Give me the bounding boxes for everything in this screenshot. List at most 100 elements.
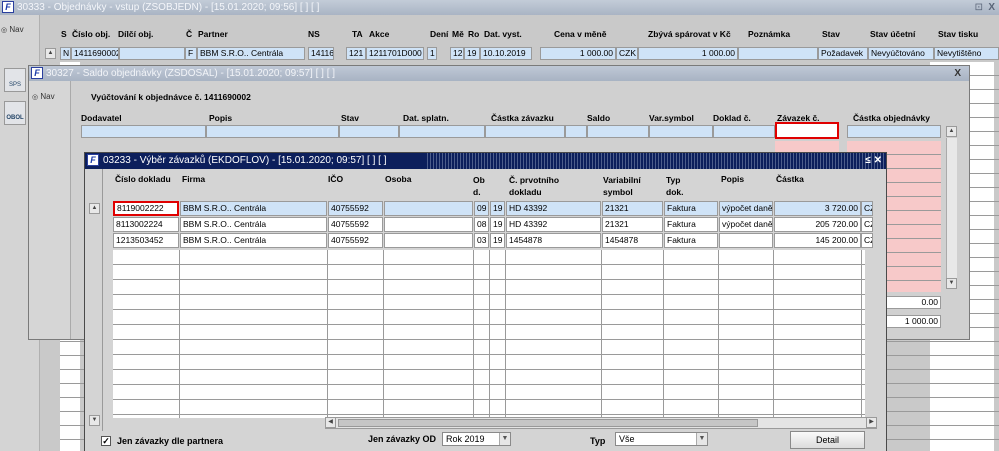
- row-akce[interactable]: 1211701D000: [366, 47, 424, 60]
- zavazky-cell-firma[interactable]: BBM S.R.O.. Centrála: [180, 201, 327, 216]
- row-cislo-obj[interactable]: 1411690002: [71, 47, 119, 60]
- zavazky-row-scroll-down[interactable]: ▼: [89, 415, 100, 426]
- saldo-scrollbar-track[interactable]: [946, 138, 957, 278]
- saldo-saldo-field[interactable]: [587, 125, 649, 138]
- saldo-dodavatel-field[interactable]: [81, 125, 206, 138]
- row-dilci-obj[interactable]: [119, 47, 185, 60]
- zavazky-cell-popis[interactable]: výpočet daně: [719, 217, 773, 232]
- main-window-close-icon[interactable]: X: [988, 0, 995, 15]
- row-mena[interactable]: CZK: [616, 47, 638, 60]
- zavazky-cell-rok[interactable]: 19: [490, 233, 505, 248]
- zavazky-cell-mena[interactable]: CZK: [861, 201, 873, 216]
- row-cena[interactable]: 1 000.00: [540, 47, 616, 60]
- zavazky-hscroll[interactable]: ◀ ▶: [325, 417, 877, 429]
- zavazky-cell-castka[interactable]: 145 200.00: [774, 233, 861, 248]
- row-stav-tisku[interactable]: Nevytištěno: [934, 47, 999, 60]
- row-stav-ucetni[interactable]: Nevyúčtováno: [868, 47, 934, 60]
- zavazky-row[interactable]: 1213503452 BBM S.R.O.. Centrála 40755592 03…: [113, 233, 873, 248]
- zavazky-cell-typ[interactable]: Faktura: [664, 217, 718, 232]
- row-poznamka[interactable]: [738, 47, 818, 60]
- zavazky-row[interactable]: 8119002222 BBM S.R.O.. Centrála 40755592 09…: [113, 201, 873, 216]
- hscroll-left-button[interactable]: ◀: [325, 417, 336, 428]
- zav-col-variabilni: Variabilní symbol: [603, 175, 641, 197]
- zavazky-cell-popis[interactable]: výpočet daně: [719, 201, 773, 216]
- saldo-scroll-up-button[interactable]: ▲: [946, 126, 957, 137]
- main-table-row[interactable]: ▲ N 1411690002 F BBM S.R.O.. Centrála 14…: [40, 47, 999, 61]
- zav-col-obd: Ob d.: [473, 175, 485, 197]
- zavazky-cell-mena[interactable]: CZK: [861, 217, 873, 232]
- zavazky-row[interactable]: 8113002224 BBM S.R.O.. Centrála 40755592 08…: [113, 217, 873, 232]
- zavazky-cell-ico[interactable]: 40755592: [328, 217, 383, 232]
- row-ta[interactable]: 121: [346, 47, 366, 60]
- saldo-scroll-down-button[interactable]: ▼: [946, 278, 957, 289]
- partner-filter-checkbox[interactable]: ✓: [101, 436, 111, 446]
- col-dat-vyst: Dat. vyst.: [484, 29, 522, 39]
- saldo-doklad-field[interactable]: [713, 125, 775, 138]
- row-dat-vyst[interactable]: 10.10.2019: [480, 47, 532, 60]
- saldo-nav-button[interactable]: ◎ Nav: [32, 92, 68, 101]
- zavazky-cell-osoba[interactable]: [384, 233, 473, 248]
- saldo-mena-field[interactable]: [565, 125, 587, 138]
- hscroll-right-button[interactable]: ▶: [866, 417, 877, 428]
- saldo-dat-field[interactable]: [399, 125, 485, 138]
- zavazky-cell-castka[interactable]: 205 720.00: [774, 217, 861, 232]
- zavazky-cell-cislo[interactable]: 1213503452: [113, 233, 179, 248]
- zavazky-row-scroll-up[interactable]: ▲: [89, 203, 100, 214]
- zavazky-cell-prv[interactable]: 1454878: [506, 233, 601, 248]
- row-ns[interactable]: 14116: [308, 47, 334, 60]
- main-nav-button[interactable]: ◎ Nav: [1, 25, 37, 37]
- saldo-close-icon[interactable]: X: [954, 66, 961, 81]
- row-partner[interactable]: BBM S.R.O.. Centrála: [197, 47, 305, 60]
- zavazky-cell-prv[interactable]: HD 43392: [506, 217, 601, 232]
- chevron-down-icon[interactable]: ▼: [499, 433, 510, 445]
- zavazky-title-buttons-icon[interactable]: ≤ ✕: [865, 153, 882, 168]
- row-ro[interactable]: 19: [464, 47, 480, 60]
- row-c[interactable]: F: [185, 47, 197, 60]
- zavazky-cell-firma[interactable]: BBM S.R.O.. Centrála: [180, 233, 327, 248]
- zavazky-cell-cislo[interactable]: 8113002224: [113, 217, 179, 232]
- zavazky-cell-mena[interactable]: CZK: [861, 233, 873, 248]
- saldo-castka-obj-field[interactable]: [847, 125, 941, 138]
- row-zbyva[interactable]: 1 000.00: [638, 47, 738, 60]
- typ-select[interactable]: Vše ▼: [615, 432, 708, 446]
- zavazky-cell-cislo[interactable]: 8119002222: [113, 201, 179, 216]
- saldo-input-row[interactable]: [81, 122, 941, 139]
- saldo-popis-field[interactable]: [206, 125, 339, 138]
- row-me[interactable]: 12: [450, 47, 464, 60]
- detail-button[interactable]: Detail: [790, 431, 865, 449]
- zavazky-cell-var[interactable]: 1454878: [602, 233, 663, 248]
- zavazky-cell-typ[interactable]: Faktura: [664, 201, 718, 216]
- zavazky-cell-osoba[interactable]: [384, 201, 473, 216]
- zavazky-cell-rok[interactable]: 19: [490, 201, 505, 216]
- saldo-stav-field[interactable]: [339, 125, 399, 138]
- main-window-restore-icon[interactable]: ⊡: [975, 0, 983, 15]
- zavazky-cell-ob[interactable]: 09: [474, 201, 489, 216]
- sps-icon[interactable]: SPS: [4, 68, 26, 92]
- row-s[interactable]: N: [60, 47, 71, 60]
- col-ro: Ro: [468, 29, 480, 39]
- zavazky-cell-ob[interactable]: 08: [474, 217, 489, 232]
- zavazky-cell-typ[interactable]: Faktura: [664, 233, 718, 248]
- od-select[interactable]: Rok 2019 ▼: [442, 432, 511, 446]
- zavazky-cell-var[interactable]: 21321: [602, 201, 663, 216]
- row-deni[interactable]: 1: [427, 47, 437, 60]
- main-scroll-up-button[interactable]: ▲: [45, 48, 56, 59]
- obol-icon[interactable]: OBOL: [4, 101, 26, 125]
- od-label: Jen závazky OD: [368, 434, 437, 444]
- hscroll-thumb[interactable]: [338, 419, 758, 427]
- zavazky-cell-ico[interactable]: 40755592: [328, 201, 383, 216]
- saldo-var-field[interactable]: [649, 125, 713, 138]
- zavazky-cell-prv[interactable]: HD 43392: [506, 201, 601, 216]
- zavazky-cell-firma[interactable]: BBM S.R.O.. Centrála: [180, 217, 327, 232]
- saldo-zavazek-field[interactable]: [775, 122, 839, 139]
- row-stav[interactable]: Požadavek: [818, 47, 868, 60]
- zavazky-cell-osoba[interactable]: [384, 217, 473, 232]
- zavazky-cell-ob[interactable]: 03: [474, 233, 489, 248]
- zavazky-cell-rok[interactable]: 19: [490, 217, 505, 232]
- saldo-castka-field[interactable]: [485, 125, 565, 138]
- zavazky-cell-popis[interactable]: [719, 233, 773, 248]
- zavazky-cell-castka[interactable]: 3 720.00: [774, 201, 861, 216]
- zavazky-cell-ico[interactable]: 40755592: [328, 233, 383, 248]
- chevron-down-icon[interactable]: ▼: [696, 433, 707, 445]
- zavazky-cell-var[interactable]: 21321: [602, 217, 663, 232]
